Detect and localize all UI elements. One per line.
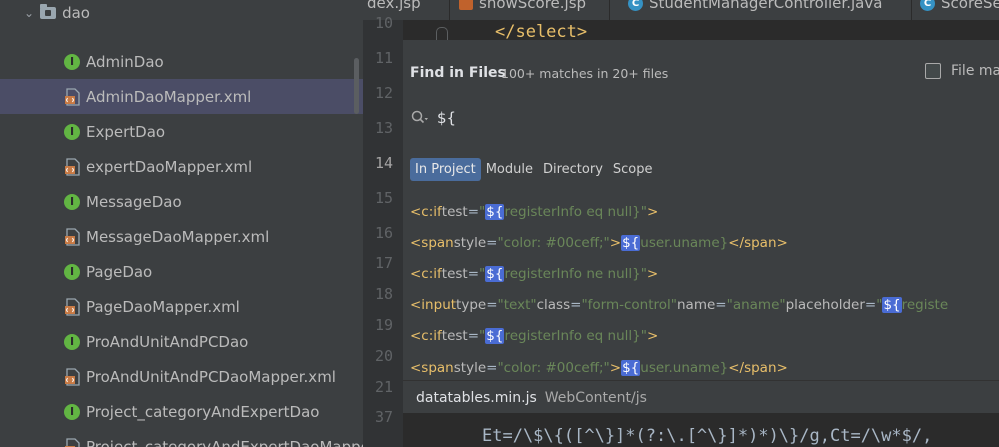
tree-item[interactable]: I MessageDao [0, 184, 363, 219]
preview-file-path: WebContent/js [544, 389, 647, 406]
xml-file-icon [64, 367, 82, 386]
tab-label: StudentManagerController.java [649, 0, 883, 12]
tree-item[interactable]: I AdminDao [0, 44, 363, 79]
interface-icon: I [64, 53, 80, 70]
tab-index-jsp[interactable]: dex.jsp [367, 0, 421, 13]
tree-item-label: ProAndUnitAndPCDaoMapper.xml [86, 367, 336, 386]
tree-item-label: MessageDao [86, 192, 182, 211]
tree-item[interactable]: I Project_categoryAndExpertDao [0, 394, 363, 429]
line-number: 16 [374, 224, 393, 242]
tree-item[interactable]: I PageDao [0, 254, 363, 289]
interface-icon: I [64, 123, 80, 140]
find-in-files-popup: Find in Files 100+ matches in 20+ files … [403, 40, 999, 413]
search-result-row[interactable]: <span style = "color: #00ceff;" > ${user.una… [403, 352, 999, 383]
search-result-row[interactable]: <span style = "color: #00ceff;" > ${user.una… [403, 227, 999, 258]
chevron-down-icon[interactable]: ⌄ [24, 6, 34, 20]
tree-item-label: Project_categoryAndExpertDaoMapper [86, 437, 363, 447]
line-number: 15 [374, 189, 393, 207]
tab-studentmanagercontroller[interactable]: C StudentManagerController.java [628, 0, 882, 13]
results-list: <c:if test = "${registerInfo eq null}" > <sp… [403, 196, 999, 383]
tree-scrollbar[interactable] [354, 58, 359, 114]
tree-item-label: MessageDaoMapper.xml [86, 227, 270, 246]
tree-item[interactable]: PageDaoMapper.xml [0, 289, 363, 324]
tab-module[interactable]: Module [481, 158, 538, 181]
popup-title: Find in Files [410, 65, 506, 81]
preview-file-bar: datatables.min.js WebContent/js [403, 380, 999, 413]
tree-item-label: expertDaoMapper.xml [86, 157, 253, 176]
search-result-row[interactable]: <c:if test = "${registerInfo eq null}" > [403, 196, 999, 227]
tree-item[interactable]: MessageDaoMapper.xml [0, 219, 363, 254]
editor-tab-bar: dex.jsp showScore.jsp C StudentManagerCo… [363, 0, 999, 20]
line-number: 17 [374, 254, 393, 272]
tree-item[interactable]: I ExpertDao [0, 114, 363, 149]
xml-file-icon [64, 297, 82, 316]
tree-folder-dao[interactable]: ⌄ dao [0, 0, 363, 30]
tree-item-label: AdminDaoMapper.xml [86, 87, 252, 106]
search-result-row[interactable]: <input type = "text" class = "form-control" … [403, 290, 999, 321]
file-mask-checkbox[interactable] [925, 63, 941, 79]
editor-gutter: 10 11 12 13 14 15 16 17 18 19 20 21 37 [363, 14, 403, 447]
xml-file-icon [64, 437, 82, 447]
tab-separator [609, 0, 610, 20]
fold-marker-icon[interactable] [436, 27, 448, 41]
line-number: 10 [374, 14, 393, 32]
tree-item[interactable]: I ProAndUnitAndPCDao [0, 324, 363, 359]
interface-icon: I [64, 403, 80, 420]
search-input[interactable] [437, 106, 957, 130]
tree-item-label: ProAndUnitAndPCDao [86, 332, 249, 351]
tab-showscore-jsp[interactable]: showScore.jsp [459, 0, 586, 13]
line-number: 21 [374, 378, 393, 396]
line-number: 18 [374, 285, 393, 303]
tab-label: dex.jsp [367, 0, 421, 12]
xml-file-icon [64, 227, 82, 246]
line-number: 37 [374, 408, 393, 426]
tab-separator [449, 0, 450, 20]
interface-icon: I [64, 333, 80, 350]
line-number: 14 [374, 154, 393, 172]
code-line-select[interactable]: </select> [495, 22, 587, 42]
line-number: 20 [374, 347, 393, 365]
search-result-row[interactable]: <c:if test = "${registerInfo eq null}" > [403, 321, 999, 352]
tree-item[interactable]: ProAndUnitAndPCDaoMapper.xml [0, 359, 363, 394]
line-number: 13 [374, 119, 393, 137]
java-class-icon: C [628, 0, 643, 11]
folder-label: dao [62, 3, 90, 22]
tab-separator [911, 0, 912, 20]
tree-item-label: ExpertDao [86, 122, 166, 141]
tree-item[interactable]: expertDaoMapper.xml [0, 149, 363, 184]
folder-icon [40, 3, 57, 19]
xml-file-icon [64, 87, 82, 106]
line-number: 19 [374, 316, 393, 334]
search-result-row[interactable]: <c:if test = "${registerInfo ne null}" > [403, 258, 999, 289]
tab-in-project[interactable]: In Project [410, 157, 481, 181]
tab-directory[interactable]: Directory [538, 158, 608, 181]
line-number: 12 [374, 84, 393, 102]
tab-scope[interactable]: Scope [608, 158, 658, 181]
jsp-file-icon [459, 0, 473, 10]
code-line-37[interactable]: Et=/\$\{([^\}]*(?:\.[^\}]*)*)\}/g,Ct=/\w… [482, 426, 932, 446]
tree-item-label: PageDaoMapper.xml [86, 297, 240, 316]
tab-label: showScore.jsp [479, 0, 587, 12]
java-class-icon: C [920, 0, 935, 11]
tree-item-label: PageDao [86, 262, 153, 281]
tab-scoreservice[interactable]: C ScoreSe [920, 0, 999, 13]
interface-icon: I [64, 263, 80, 280]
tree-item[interactable]: AdminDaoMapper.xml [0, 79, 363, 114]
tree-item-label: Project_categoryAndExpertDao [86, 402, 320, 421]
tree-item[interactable]: Project_categoryAndExpertDaoMapper [0, 429, 363, 447]
interface-icon: I [64, 193, 80, 210]
match-count: 100+ matches in 20+ files [501, 66, 669, 81]
tree-item-label: AdminDao [86, 52, 164, 71]
preview-file-name: datatables.min.js [416, 389, 537, 406]
tab-label: ScoreSe [941, 0, 999, 12]
file-mask-label[interactable]: File ma [951, 63, 999, 79]
search-icon[interactable] [411, 110, 429, 126]
scope-tab-bar: In Project Module Directory Scope [410, 155, 658, 183]
xml-file-icon [64, 157, 82, 176]
project-tree[interactable]: ⌄ dao I AdminDao AdminDaoMapper.xml I Expert… [0, 0, 363, 447]
line-number: 11 [374, 49, 393, 67]
